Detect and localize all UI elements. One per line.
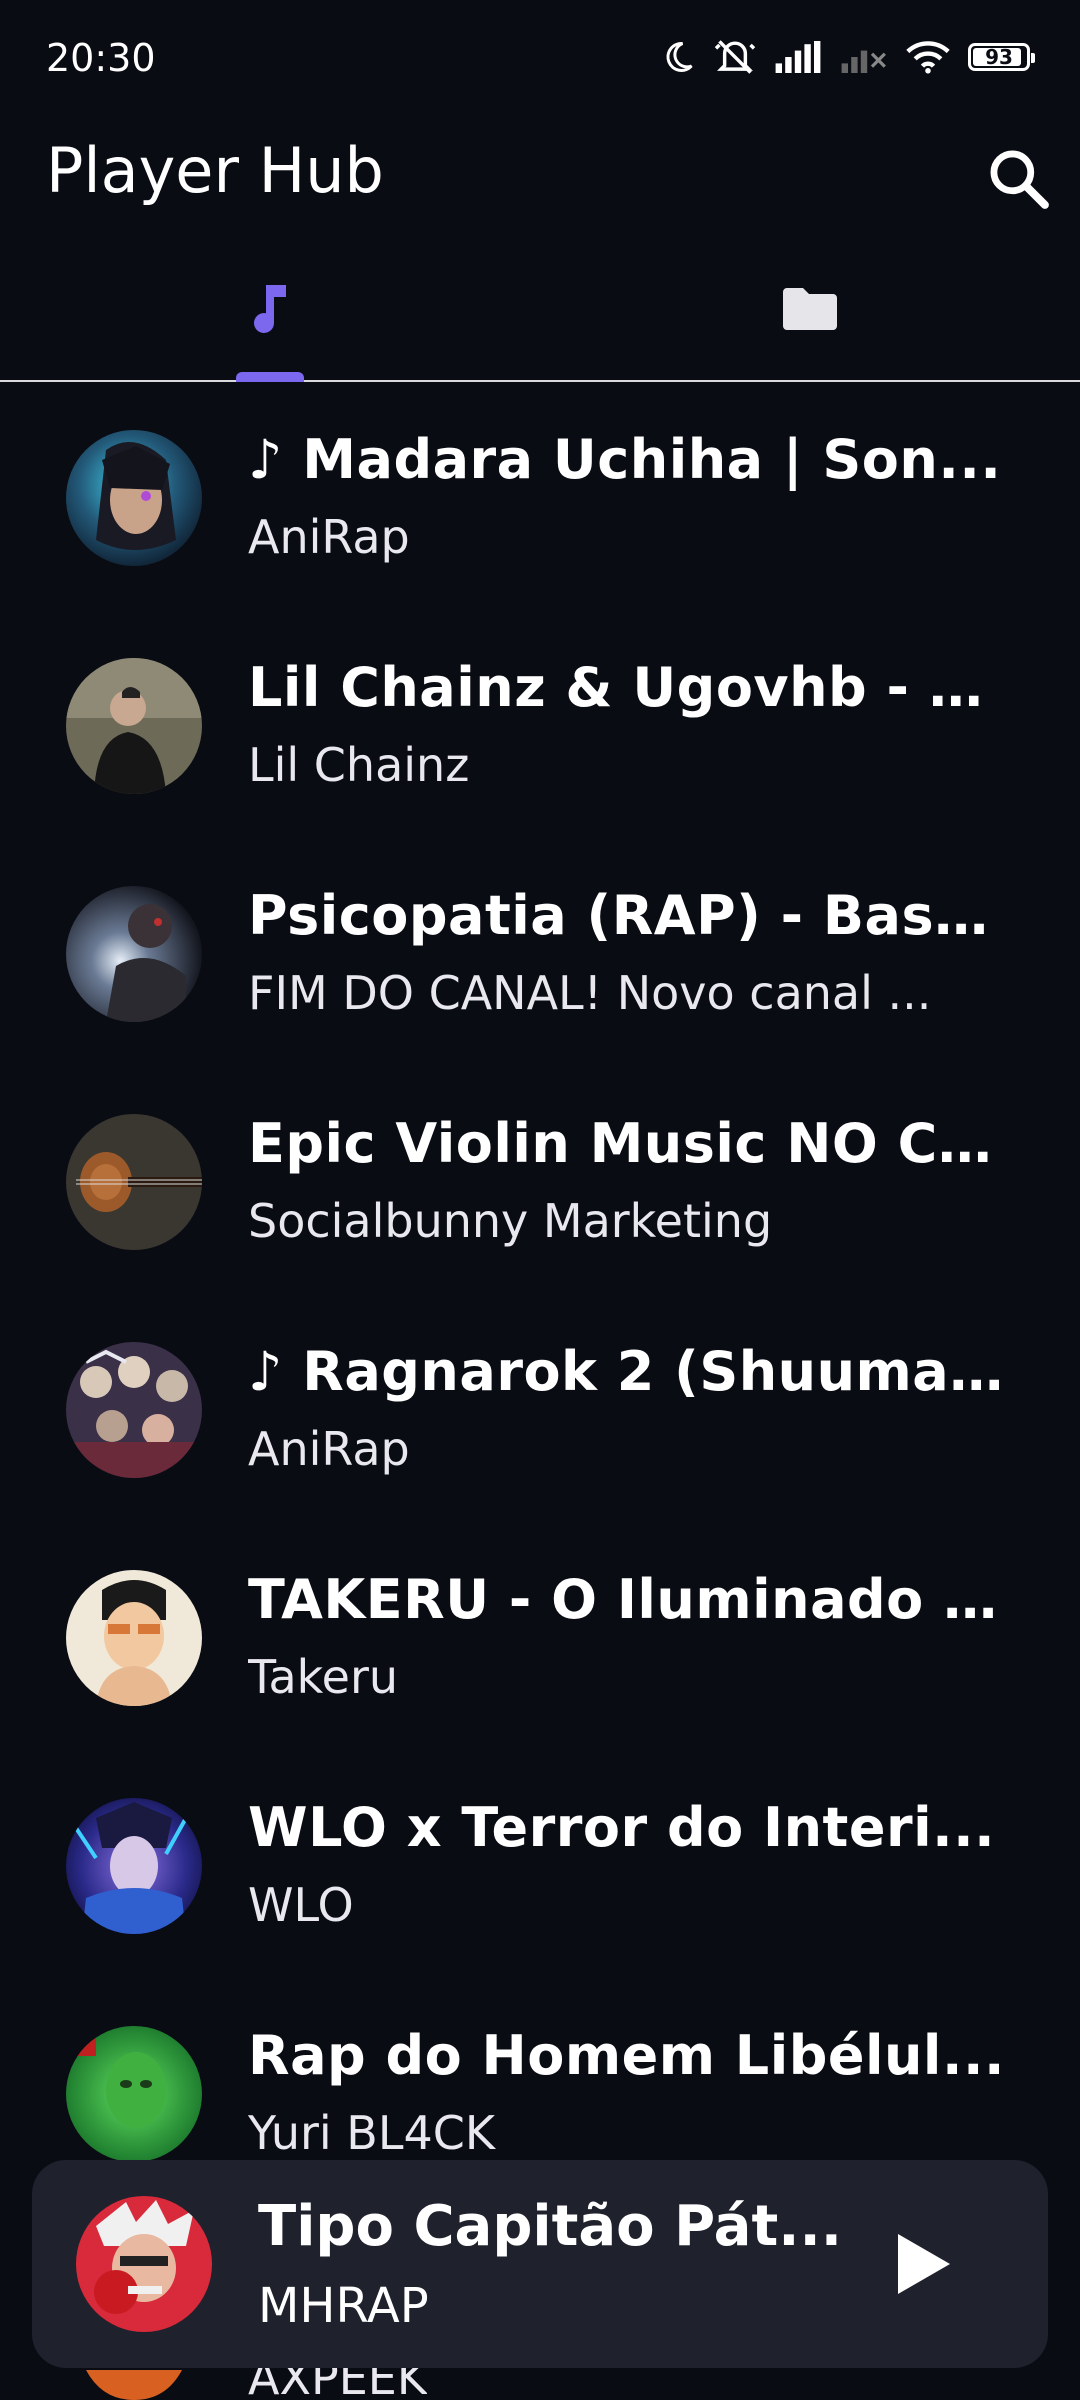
song-artist: AniRap xyxy=(248,1422,410,1476)
tab-folders[interactable] xyxy=(540,238,1080,380)
song-thumbnail xyxy=(66,1342,202,1478)
song-title: TAKERU - O Iluminado [... xyxy=(248,1568,1008,1631)
song-artist: WLO xyxy=(248,1878,354,1932)
list-item[interactable]: WLO x Terror do Interi... WLO xyxy=(0,1752,1080,1980)
list-item[interactable]: Lil Chainz & Ugovhb - C... Lil Chainz xyxy=(0,612,1080,840)
song-artist: Lil Chainz xyxy=(248,738,470,792)
search-icon xyxy=(990,150,1049,209)
song-title: Epic Violin Music NO Co... xyxy=(248,1112,1008,1175)
song-title: Lil Chainz & Ugovhb - C... xyxy=(248,656,1008,719)
now-playing-artist: MHRAP xyxy=(258,2278,429,2334)
signal-icon xyxy=(774,41,822,73)
tab-songs[interactable] xyxy=(0,238,540,380)
screen: 20:30 93 Player Hub ♪ Madara Uchiha | So… xyxy=(0,0,1080,2400)
list-item[interactable]: ♪ Madara Uchiha | Son... AniRap xyxy=(0,384,1080,612)
song-thumbnail xyxy=(66,886,202,1022)
song-artist: Yuri BL4CK xyxy=(248,2106,496,2160)
play-icon xyxy=(898,2234,950,2294)
song-thumbnail xyxy=(66,1570,202,1706)
battery: 93 xyxy=(968,43,1035,71)
song-thumbnail xyxy=(66,1798,202,1934)
song-list: ♪ Madara Uchiha | Son... AniRap Lil Chai… xyxy=(0,384,1080,2208)
song-title: Rap do Homem Libélul... xyxy=(248,2024,1005,2087)
song-title: Psicopatia (RAP) - Basar... xyxy=(248,884,1008,947)
page-title: Player Hub xyxy=(46,134,384,207)
song-title: ♪ Ragnarok 2 (Shuumat... xyxy=(248,1340,1008,1403)
now-playing-title: Tipo Capitão Pát... xyxy=(258,2194,843,2259)
app-bar: Player Hub xyxy=(0,118,1080,228)
song-artist: Socialbunny Marketing xyxy=(248,1194,773,1248)
song-artist-peek: AXPEEK xyxy=(248,2368,428,2400)
now-playing-thumbnail xyxy=(76,2196,212,2332)
song-thumbnail xyxy=(66,658,202,794)
wifi-icon xyxy=(906,40,950,74)
search-button[interactable] xyxy=(970,130,1066,226)
mini-player[interactable]: Tipo Capitão Pát... MHRAP xyxy=(32,2160,1048,2368)
list-item[interactable]: TAKERU - O Iluminado [... Takeru xyxy=(0,1524,1080,1752)
song-title: ♪ Madara Uchiha | Son... xyxy=(248,428,1002,491)
song-thumbnail xyxy=(66,1114,202,1250)
song-artist: FIM DO CANAL! Novo canal ... xyxy=(248,966,932,1020)
song-artist: Takeru xyxy=(248,1650,399,1704)
status-bar: 20:30 93 xyxy=(0,0,1080,118)
song-thumbnail xyxy=(66,430,202,566)
song-artist: AniRap xyxy=(248,510,410,564)
signal-off-icon xyxy=(840,41,888,73)
list-item[interactable]: Epic Violin Music NO Co... Socialbunny M… xyxy=(0,1068,1080,1296)
song-thumbnail-peek xyxy=(66,2370,202,2400)
list-item[interactable]: Psicopatia (RAP) - Basar... FIM DO CANAL… xyxy=(0,840,1080,1068)
moon-icon xyxy=(660,39,696,75)
tab-bar xyxy=(0,238,1080,382)
mute-icon xyxy=(714,38,756,76)
tab-indicator xyxy=(236,372,304,382)
battery-icon: 93 xyxy=(968,43,1035,71)
battery-text: 93 xyxy=(985,45,1013,69)
music-note-icon xyxy=(254,285,286,333)
folder-icon xyxy=(783,288,837,330)
play-button[interactable] xyxy=(876,2218,968,2310)
song-title: WLO x Terror do Interi... xyxy=(248,1796,996,1859)
status-icons: 93 xyxy=(660,38,1035,76)
status-time: 20:30 xyxy=(46,36,156,80)
list-item[interactable]: ♪ Ragnarok 2 (Shuumat... AniRap xyxy=(0,1296,1080,1524)
song-thumbnail xyxy=(66,2026,202,2162)
